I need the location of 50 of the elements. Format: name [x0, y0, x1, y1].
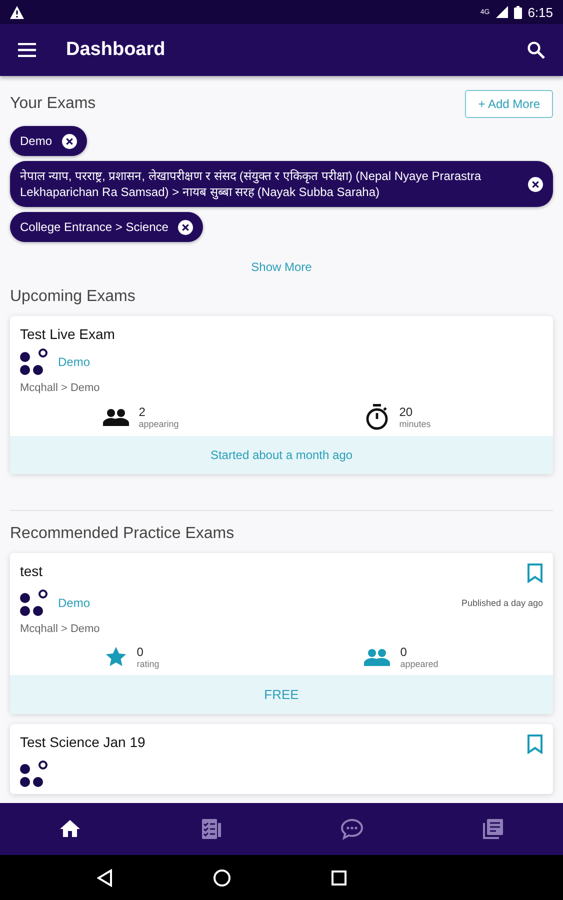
price-banner: FREE [10, 675, 553, 714]
logo-icon [20, 589, 48, 617]
bookmark-icon[interactable] [527, 734, 543, 754]
home-button-icon[interactable] [212, 868, 230, 886]
signal-icon [496, 6, 508, 18]
exam-title: Test Live Exam [20, 326, 115, 342]
category-path: Mcqhall > Demo [20, 623, 101, 635]
library-icon[interactable] [480, 817, 505, 841]
logo-icon [20, 348, 48, 376]
exam-title: test [20, 563, 43, 579]
exam-card[interactable]: Test Live Exam Demo Mcqhall > Demo 2 appearing 20 minutes Started about a month ago [10, 316, 553, 474]
close-icon[interactable] [62, 134, 78, 148]
stat-label: minutes [399, 419, 432, 429]
stat-label: appeared [400, 659, 440, 669]
section-title: Recommended Practice Exams [10, 525, 234, 543]
battery-icon [514, 6, 522, 18]
logo-icon [20, 760, 48, 788]
recents-icon[interactable] [330, 870, 346, 886]
exam-chip[interactable]: Demo [10, 126, 88, 156]
stat-label: appearing [138, 419, 180, 429]
exam-chip[interactable]: College Entrance > Science [10, 212, 204, 242]
category-path: Mcqhall > Demo [20, 382, 101, 394]
people-icon [102, 408, 129, 426]
warning-icon [10, 6, 24, 18]
chat-icon[interactable] [340, 817, 364, 841]
stat-value: 20 [399, 405, 414, 419]
close-icon[interactable] [528, 176, 543, 192]
bookmark-icon[interactable] [527, 563, 543, 583]
exam-title: Test Science Jan 19 [20, 734, 146, 750]
clock-time: 6:15 [528, 4, 553, 20]
status-banner: Started about a month ago [10, 436, 553, 474]
close-icon[interactable] [178, 220, 194, 234]
section-title: Upcoming Exams [10, 288, 136, 306]
exam-chip[interactable]: नेपाल न्याप, परराष्ट्र, प्रशासन, लेखापरीक्षण र संसद (संयुक्त र एकिकृत परीक्षा) (Nepal Nyaye Prarastra Lekhaparichan Ra Samsad) > नायब सुब्बा सरह (Nayak Subba Saraha) [10, 161, 553, 207]
published-date: Published a day ago [461, 598, 543, 608]
exam-card[interactable]: test Demo Published a day ago Mcqhall > Demo 0 rating 0 appeared FREE [10, 553, 553, 714]
section-title: Your Exams [10, 95, 96, 113]
search-icon[interactable] [527, 41, 545, 59]
stat-label: rating [136, 659, 160, 669]
stat-value: 0 [136, 645, 144, 659]
exam-card[interactable]: Test Science Jan 19 [10, 724, 553, 794]
back-icon[interactable] [96, 868, 112, 886]
checklist-icon[interactable] [199, 817, 224, 841]
menu-icon[interactable] [18, 43, 36, 57]
people-icon [364, 648, 390, 666]
stat-value: 0 [400, 645, 408, 659]
star-icon [104, 646, 127, 668]
screen-title: Dashboard [66, 39, 166, 61]
stat-value: 2 [138, 405, 146, 419]
stopwatch-icon [365, 404, 390, 430]
